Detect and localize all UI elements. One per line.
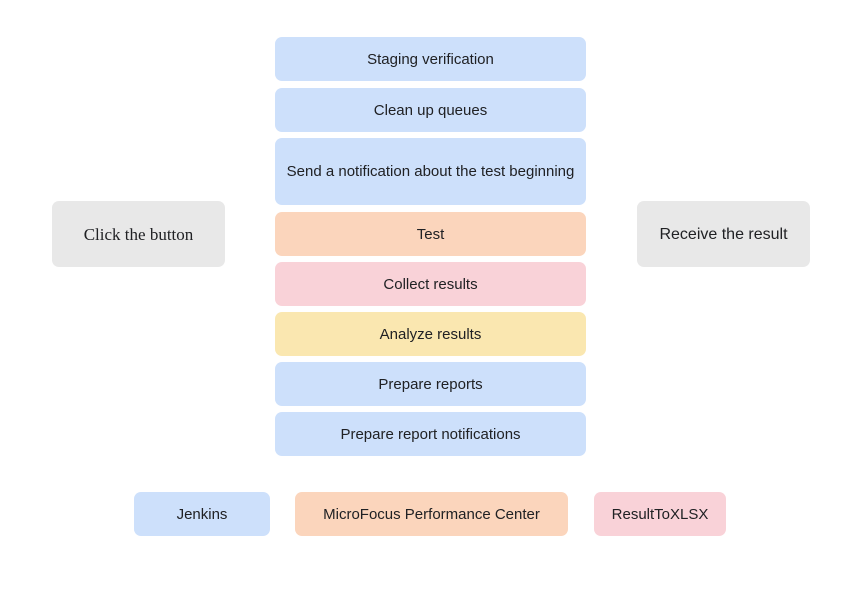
pipeline-node: Staging verification <box>275 37 586 81</box>
pipeline-node: Send a notification about the test begin… <box>275 138 586 205</box>
diagram-canvas: Click the button Staging verification Cle… <box>0 0 861 590</box>
pipeline-node: Clean up queues <box>275 88 586 132</box>
pipeline-node: Analyze results <box>275 312 586 356</box>
pipeline-node: Test <box>275 212 586 256</box>
pipeline-node: Collect results <box>275 262 586 306</box>
legend-chip: MicroFocus Performance Center <box>295 492 568 536</box>
legend-chip: Jenkins <box>134 492 270 536</box>
endpoint-start: Click the button <box>52 201 225 267</box>
pipeline-node: Prepare report notifications <box>275 412 586 456</box>
legend-chip: ResultToXLSX <box>594 492 726 536</box>
endpoint-end: Receive the result <box>637 201 810 267</box>
pipeline-node: Prepare reports <box>275 362 586 406</box>
